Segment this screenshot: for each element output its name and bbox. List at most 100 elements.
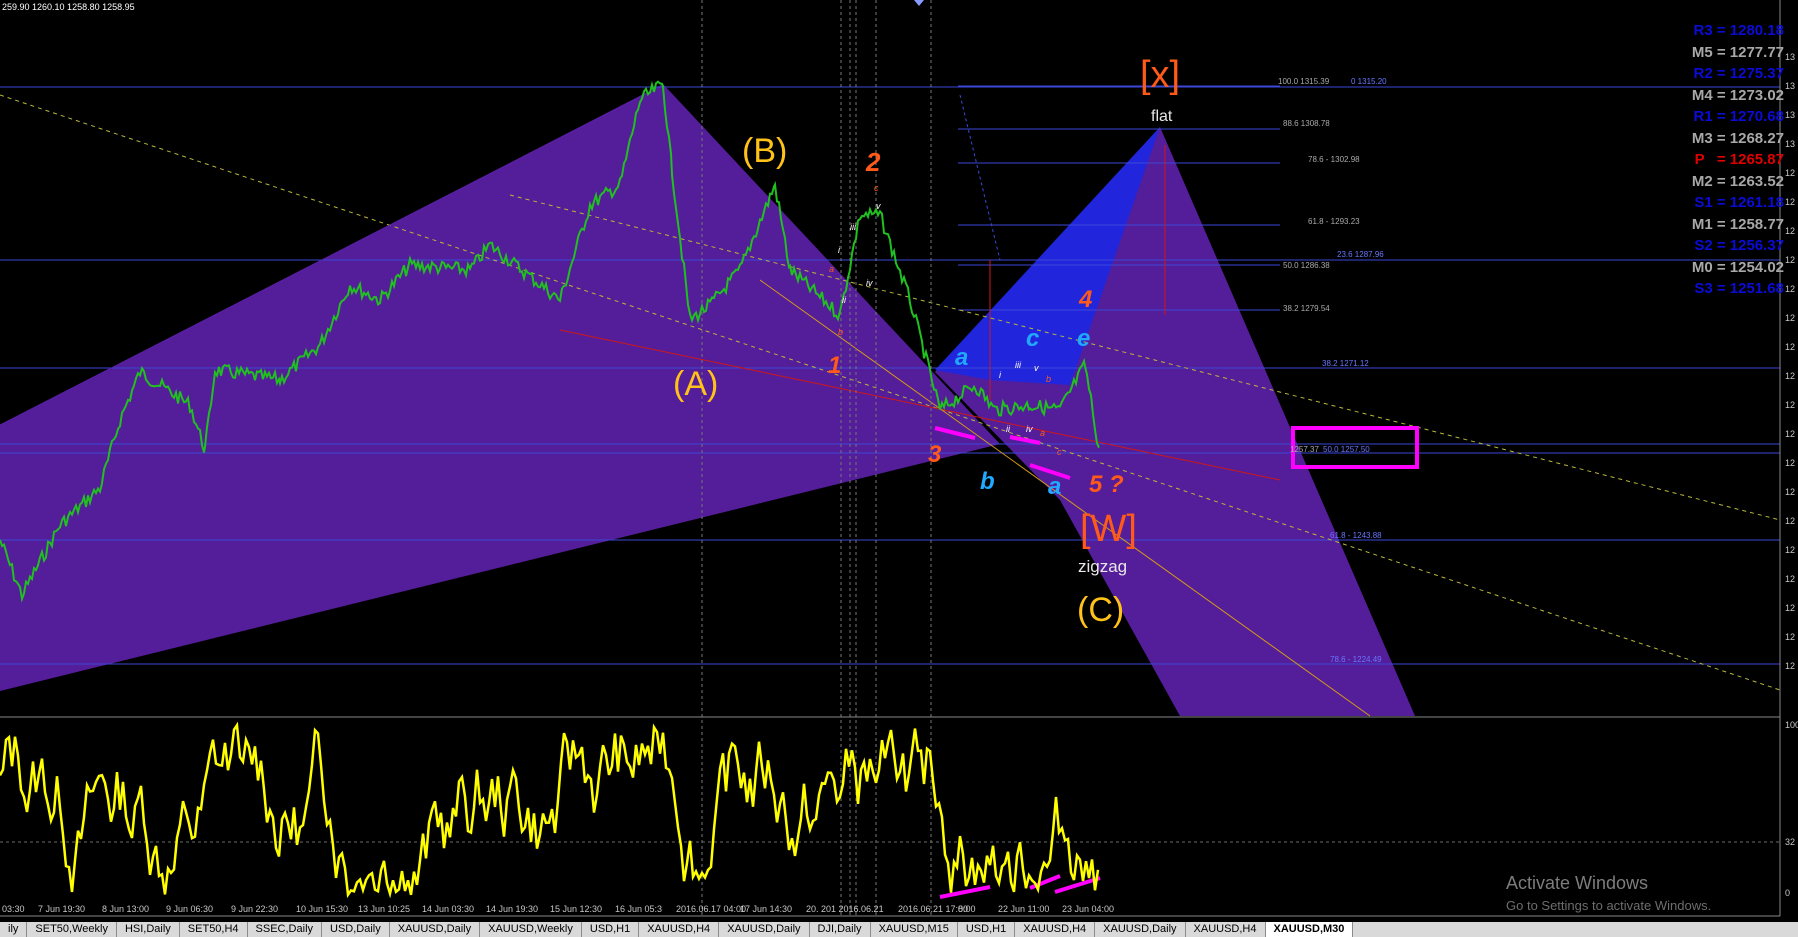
chart-tab[interactable]: SSEC,Daily: [248, 922, 323, 937]
chart-tab[interactable]: XAUUSD,M15: [871, 922, 958, 937]
svg-text:32: 32: [1785, 837, 1795, 847]
chart-tab[interactable]: XAUUSD,H4: [1186, 922, 1266, 937]
chart-tab[interactable]: ily: [0, 922, 28, 937]
svg-text:38.2 1279.54: 38.2 1279.54: [1283, 304, 1330, 313]
price-axis-tick: 12: [1785, 168, 1795, 178]
price-axis-tick: 12: [1785, 342, 1795, 352]
chart-tab[interactable]: HSI,Daily: [117, 922, 180, 937]
wave-label-C: (C): [1077, 591, 1124, 629]
pivot-level: M4 = 1273.02: [1691, 86, 1784, 104]
pivot-level: M3 = 1268.27: [1691, 129, 1784, 147]
chart-tab[interactable]: USD,H1: [582, 922, 640, 937]
wave-label-W: [W]: [1080, 508, 1137, 550]
time-axis-tick: 14 Jun 19:30: [486, 904, 538, 914]
time-axis-tick: 23 Jun 04:00: [1062, 904, 1114, 914]
chart-tab[interactable]: XAUUSD,Daily: [1095, 922, 1186, 937]
price-axis-tick: 13: [1785, 81, 1795, 91]
label-flat: flat: [1151, 108, 1173, 125]
price-axis-tick: 12: [1785, 197, 1795, 207]
price-axis-tick: 12: [1785, 313, 1795, 323]
price-axis-tick: 12: [1785, 458, 1795, 468]
pivot-level: P = 1265.87: [1694, 151, 1784, 168]
svg-text:b: b: [980, 468, 995, 495]
svg-text:0 1315.20: 0 1315.20: [1351, 77, 1387, 86]
chart-tab[interactable]: USD,H1: [958, 922, 1016, 937]
price-axis-tick: 12: [1785, 284, 1795, 294]
price-axis-tick: 13: [1785, 139, 1795, 149]
svg-text:50.0 1257.50: 50.0 1257.50: [1323, 445, 1370, 454]
svg-text:iii: iii: [850, 222, 857, 232]
pivot-level: R1 = 1270.68: [1693, 108, 1785, 125]
svg-text:50.0 1286.38: 50.0 1286.38: [1283, 261, 1330, 270]
svg-text:88.6 1308.78: 88.6 1308.78: [1283, 119, 1330, 128]
svg-text:c: c: [1026, 325, 1039, 352]
price-axis-tick: 13: [1785, 52, 1795, 62]
svg-text:61.8 - 1243.88: 61.8 - 1243.88: [1330, 531, 1382, 540]
svg-text:v: v: [1034, 363, 1039, 373]
chart-tab[interactable]: XAUUSD,Weekly: [480, 922, 582, 937]
osc-axis: 100 32 0: [1785, 720, 1798, 898]
chart-tab[interactable]: SET50,H4: [180, 922, 248, 937]
time-axis-tick: 14 Jun 03:30: [422, 904, 474, 914]
wave-label-X: [x]: [1140, 54, 1180, 96]
svg-text:38.2 1271.12: 38.2 1271.12: [1322, 359, 1369, 368]
time-axis-tick: 9 Jun 22:30: [231, 904, 278, 914]
price-axis-tick: 12: [1785, 255, 1795, 265]
svg-text:61.8 - 1293.23: 61.8 - 1293.23: [1308, 217, 1360, 226]
time-axis-tick: 20. 201 2016.06.21: [806, 904, 884, 914]
pivot-level: M0 = 1254.02: [1691, 258, 1784, 276]
svg-text:100.0 1315.39: 100.0 1315.39: [1278, 77, 1330, 86]
svg-text:b: b: [838, 327, 843, 337]
time-axis-tick: 15 Jun 12:30: [550, 904, 602, 914]
pivot-level: S1 = 1261.18: [1694, 194, 1784, 211]
svg-text:c: c: [1057, 447, 1062, 457]
chart-tab-bar: ily SET50,Weekly HSI,Daily SET50,H4 SSEC,Dai…: [0, 922, 1798, 937]
time-axis: 03:30 7 Jun 19:30 8 Jun 13:00 9 Jun 06:30 9 …: [2, 904, 1114, 914]
activate-windows-title: Activate Windows: [1506, 873, 1649, 893]
pivot-level: M2 = 1263.52: [1691, 172, 1784, 190]
svg-text:iv: iv: [866, 278, 873, 288]
chart-tab[interactable]: DJI,Daily: [810, 922, 871, 937]
price-axis-tick: 12: [1785, 371, 1795, 381]
chart-tab[interactable]: USD,Daily: [322, 922, 390, 937]
price-axis: 13 13 13 13 12 12 12 12 12 12 12 12 12 12 12 12 12 12 12 12…: [1785, 52, 1795, 671]
svg-text:23.6 1287.96: 23.6 1287.96: [1337, 250, 1384, 259]
svg-text:5 ?: 5 ?: [1089, 471, 1124, 498]
time-axis-tick: 17 Jun 14:30: [740, 904, 792, 914]
svg-text:0: 0: [1785, 888, 1790, 898]
price-axis-tick: 12: [1785, 661, 1795, 671]
ohlc-readout: 259.90 1260.10 1258.80 1258.95: [2, 2, 135, 12]
svg-text:100: 100: [1785, 720, 1798, 730]
price-axis-tick: 12: [1785, 487, 1795, 497]
svg-text:1257.37: 1257.37: [1290, 445, 1319, 454]
svg-text:4: 4: [1078, 286, 1092, 313]
svg-text:b: b: [1046, 374, 1051, 384]
svg-text:v: v: [876, 201, 881, 211]
wave-label-A: (A): [673, 365, 718, 403]
oscillator-line: [0, 721, 1100, 899]
chart-tab[interactable]: SET50,Weekly: [27, 922, 117, 937]
chart-tab[interactable]: XAUUSD,Daily: [390, 922, 481, 937]
svg-text:iii: iii: [1015, 360, 1022, 370]
price-axis-tick: 12: [1785, 603, 1795, 613]
chart-tab[interactable]: XAUUSD,H4: [1015, 922, 1096, 937]
pivot-level: M1 = 1258.77: [1691, 215, 1784, 233]
chart-canvas[interactable]: 1313131312121212121212121212121212121212…: [0, 0, 1798, 937]
svg-text:78.6 - 1302.98: 78.6 - 1302.98: [1308, 155, 1360, 164]
svg-text:a: a: [829, 264, 834, 274]
svg-text:1: 1: [828, 352, 841, 379]
chart-tab[interactable]: XAUUSD,Daily: [719, 922, 810, 937]
activate-windows-sub: Go to Settings to activate Windows.: [1506, 898, 1712, 913]
svg-text:c: c: [874, 183, 879, 193]
svg-text:2: 2: [865, 147, 881, 177]
pivot-level: R2 = 1275.37: [1693, 65, 1785, 82]
chart-tab[interactable]: XAUUSD,M30: [1265, 922, 1354, 937]
time-axis-tick: 2016.06.17 04:00: [676, 904, 746, 914]
price-axis-tick: 12: [1785, 545, 1795, 555]
svg-text:a: a: [1040, 428, 1045, 438]
time-axis-tick: 22 Jun 11:00: [998, 904, 1049, 914]
chart-tab[interactable]: XAUUSD,H4: [639, 922, 720, 937]
pivot-level: S2 = 1256.37: [1694, 237, 1784, 254]
svg-text:3: 3: [928, 441, 942, 468]
time-axis-tick: 8:00: [958, 904, 976, 914]
